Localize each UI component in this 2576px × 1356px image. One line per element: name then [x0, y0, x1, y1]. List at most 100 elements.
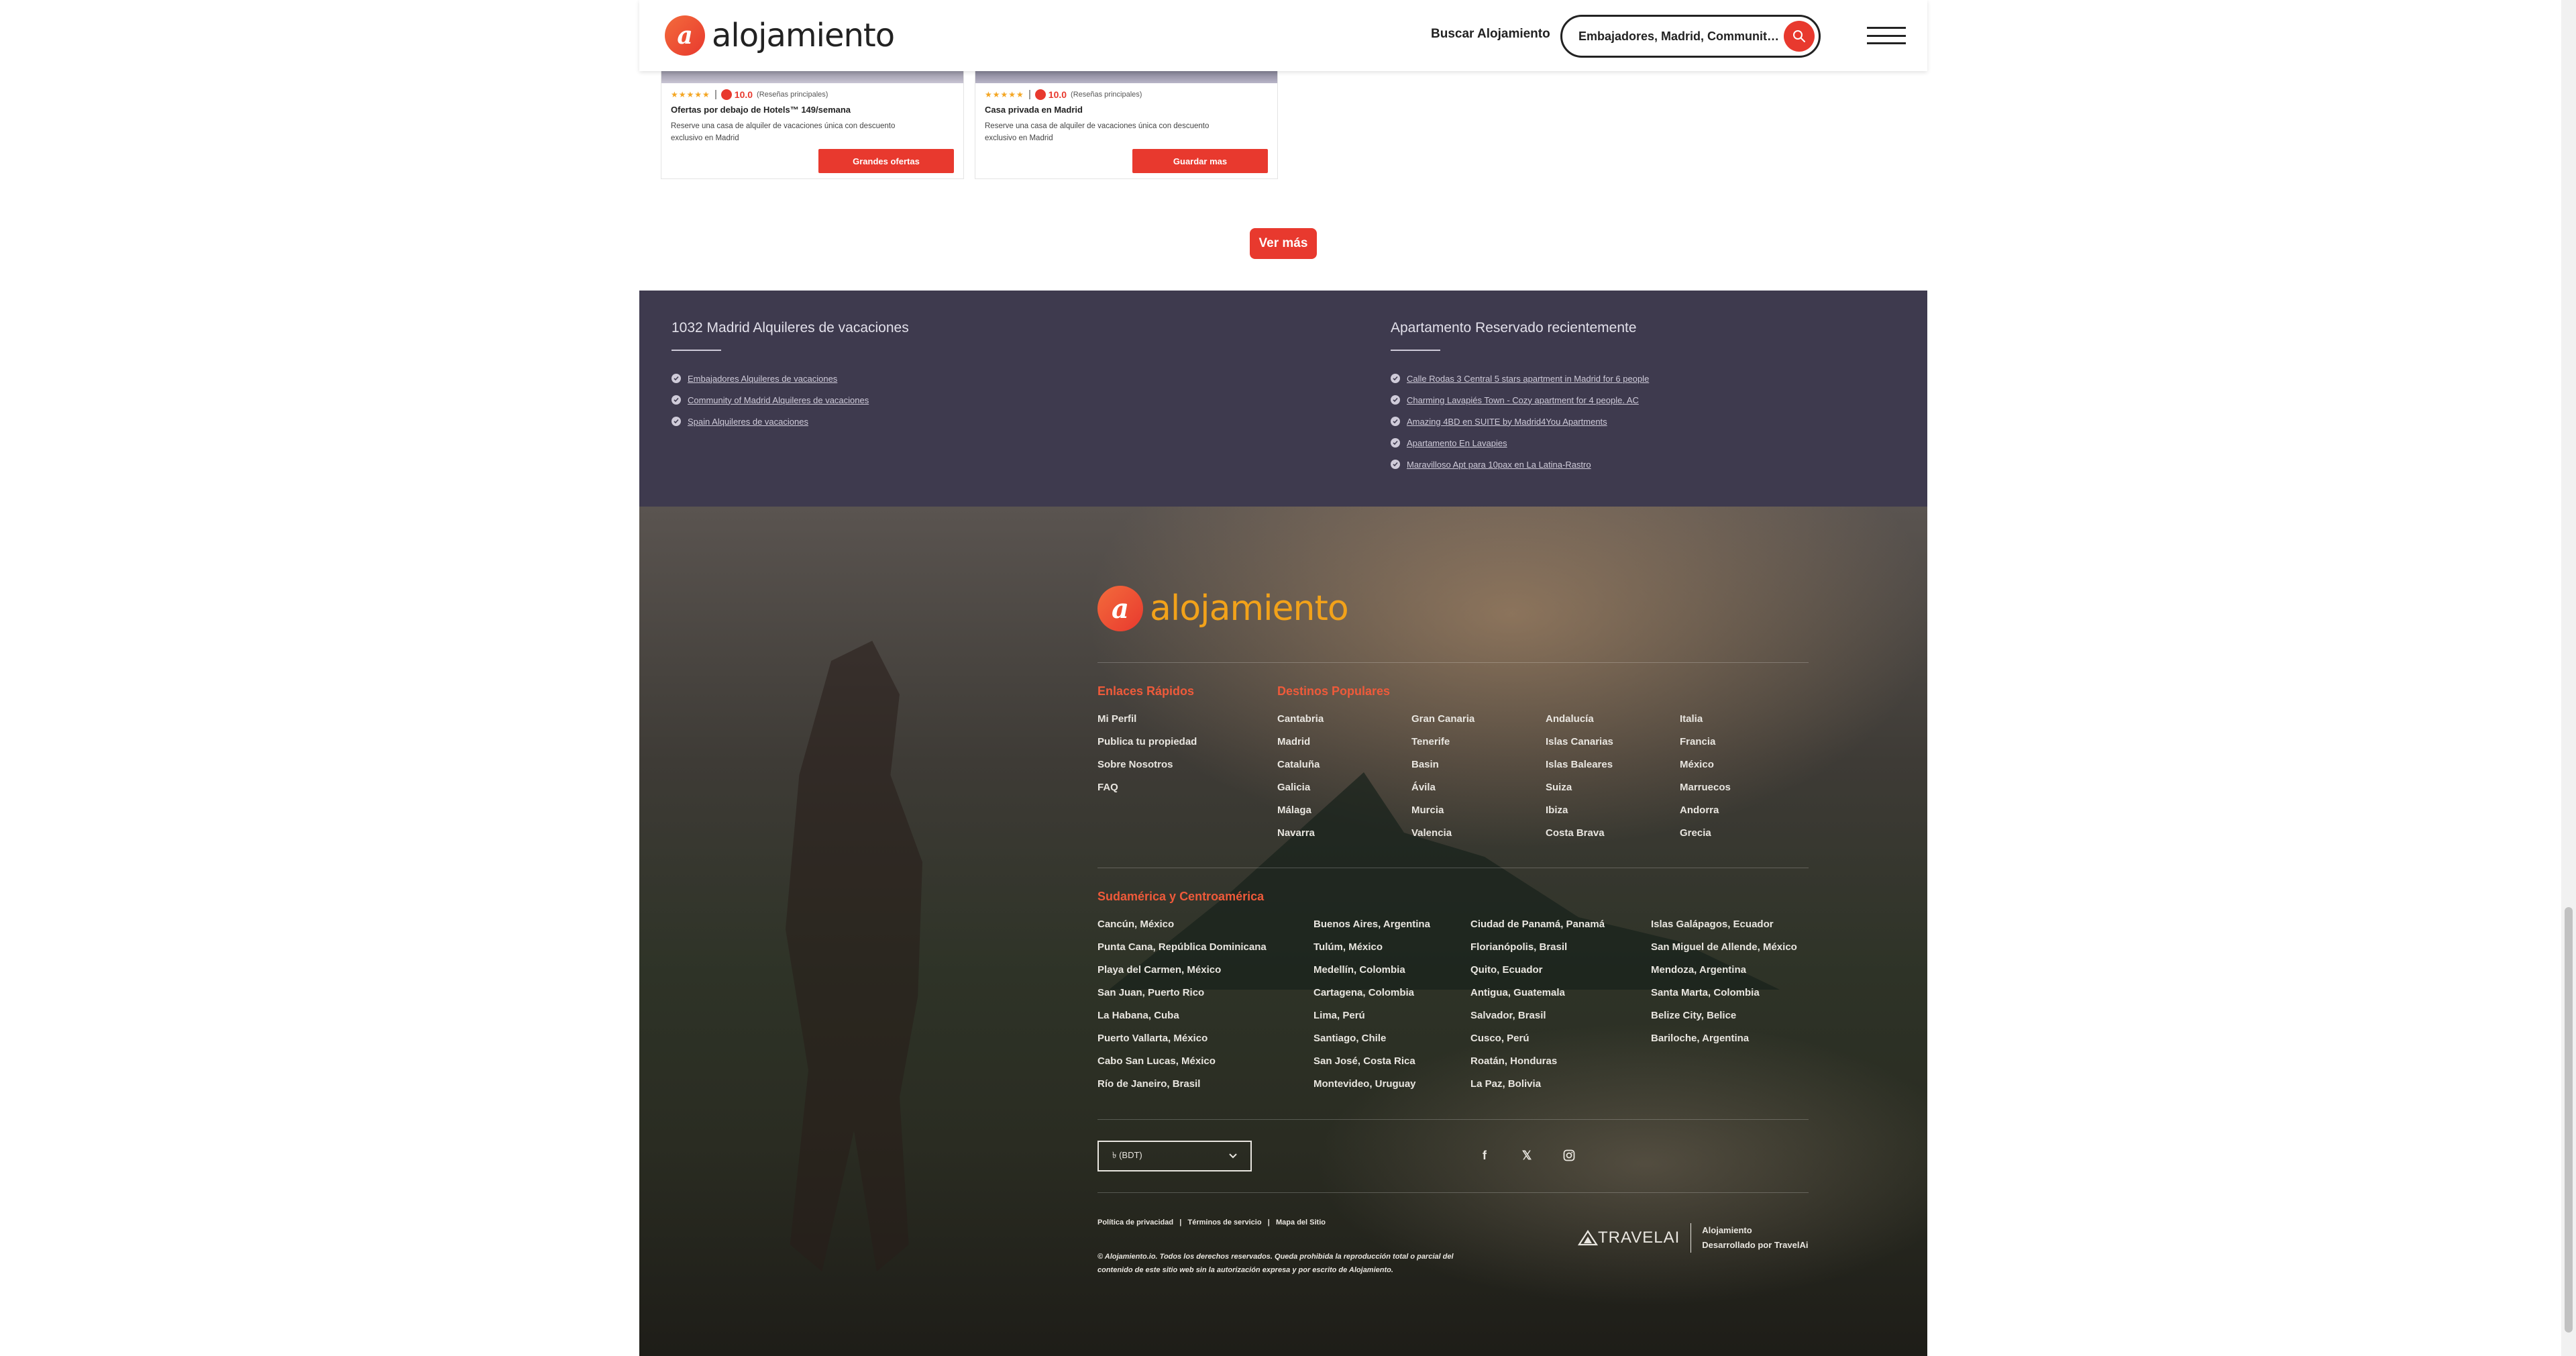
guardar-mas-button[interactable]: Guardar mas — [1132, 149, 1268, 173]
popular-destination-link[interactable]: Cataluña — [1277, 759, 1320, 770]
heading-underline — [1391, 350, 1440, 351]
search-button[interactable] — [1784, 21, 1815, 52]
popular-destination-link[interactable]: Costa Brava — [1546, 827, 1605, 839]
grandes-ofertas-button[interactable]: Grandes ofertas — [818, 149, 954, 173]
popular-destination-link[interactable]: Murcia — [1411, 804, 1444, 816]
south-america-destination-link[interactable]: La Habana, Cuba — [1097, 1010, 1179, 1021]
popular-destination-link[interactable]: Basin — [1411, 759, 1439, 770]
travelai-meta: Alojamiento Desarrollado por TravelAi — [1702, 1223, 1808, 1253]
south-america-destination-link[interactable]: La Paz, Bolivia — [1470, 1078, 1541, 1090]
rentals-link[interactable]: Spain Alquileres de vacaciones — [688, 417, 808, 427]
south-america-destination-link[interactable]: Medellín, Colombia — [1313, 964, 1405, 976]
south-america-destination-link[interactable]: Cartagena, Colombia — [1313, 987, 1414, 998]
south-america-destination-link[interactable]: Santiago, Chile — [1313, 1033, 1386, 1044]
south-america-destination-link[interactable]: Río de Janeiro, Brasil — [1097, 1078, 1200, 1090]
south-america-destination-link[interactable]: Ciudad de Panamá, Panamá — [1470, 919, 1605, 930]
south-america-destination-link[interactable]: Cabo San Lucas, México — [1097, 1055, 1216, 1067]
popular-destination-link[interactable]: Suiza — [1546, 782, 1572, 793]
travelai-credit[interactable]: TRAVELAI Alojamiento Desarrollado por Tr… — [1578, 1223, 1809, 1253]
popular-destination-link[interactable]: México — [1680, 759, 1714, 770]
south-america-destination-link[interactable]: Buenos Aires, Argentina — [1313, 919, 1430, 930]
recent-link[interactable]: Calle Rodas 3 Central 5 stars apartment … — [1407, 374, 1649, 384]
quick-link[interactable]: Mi Perfil — [1097, 713, 1136, 725]
buscar-alojamiento-link[interactable]: Buscar Alojamiento — [1431, 27, 1550, 42]
recent-link[interactable]: Apartamento En Lavapies — [1407, 438, 1507, 448]
popular-destination-link[interactable]: Islas Baleares — [1546, 759, 1613, 770]
south-america-destination-link[interactable]: Cancún, México — [1097, 919, 1174, 930]
popular-destination-link[interactable]: Tenerife — [1411, 736, 1450, 747]
south-america-destination-link[interactable]: Quito, Ecuador — [1470, 964, 1543, 976]
south-america-destination-link[interactable]: Tulúm, México — [1313, 941, 1383, 953]
popular-destination-link[interactable]: Francia — [1680, 736, 1715, 747]
currency-value: ৳ (BDT) — [1112, 1149, 1142, 1160]
rentals-link[interactable]: Embajadores Alquileres de vacaciones — [688, 374, 837, 384]
south-america-destination-link[interactable]: San José, Costa Rica — [1313, 1055, 1415, 1067]
header-logo[interactable]: a alojamiento — [665, 15, 895, 56]
south-america-destination-link[interactable]: San Miguel de Allende, México — [1651, 941, 1797, 953]
list-item: Spain Alquileres de vacaciones — [672, 415, 909, 427]
card-rating: ★★★★★ 10.0 (Reseñas principales) — [985, 89, 1268, 101]
south-america-destination-link[interactable]: Islas Galápagos, Ecuador — [1651, 919, 1774, 930]
popular-destination-link[interactable]: Galicia — [1277, 782, 1310, 793]
search-input[interactable]: Embajadores, Madrid, Community of ... — [1578, 30, 1780, 44]
recent-link[interactable]: Amazing 4BD en SUITE by Madrid4You Apart… — [1407, 417, 1607, 427]
footer-logo[interactable]: a alojamiento — [1097, 586, 1349, 631]
south-america-destination-link[interactable]: Bariloche, Argentina — [1651, 1033, 1749, 1044]
ver-mas-button[interactable]: Ver más — [1250, 228, 1317, 259]
popular-destination-link[interactable]: Andalucía — [1546, 713, 1594, 725]
footer-background-hiker — [786, 641, 922, 1271]
quick-link[interactable]: Publica tu propiedad — [1097, 736, 1197, 747]
south-america-destination-link[interactable]: Santa Marta, Colombia — [1651, 987, 1760, 998]
south-america-destination-link[interactable]: Cusco, Perú — [1470, 1033, 1529, 1044]
popular-destination-link[interactable]: Málaga — [1277, 804, 1311, 816]
south-america-destination-link[interactable]: Lima, Perú — [1313, 1010, 1365, 1021]
popular-destination-link[interactable]: Islas Canarias — [1546, 736, 1613, 747]
instagram-icon[interactable] — [1561, 1147, 1577, 1163]
privacy-policy-link[interactable]: Política de privacidad — [1097, 1218, 1173, 1227]
south-america-destination-link[interactable]: Florianópolis, Brasil — [1470, 941, 1567, 953]
rentals-link[interactable]: Community of Madrid Alquileres de vacaci… — [688, 395, 869, 405]
popular-destination-link[interactable]: Cantabria — [1277, 713, 1324, 725]
popular-destination-link[interactable]: Navarra — [1277, 827, 1315, 839]
footer-divider — [1097, 1119, 1809, 1120]
card-score: 10.0 — [734, 89, 753, 100]
popular-destination-link[interactable]: Grecia — [1680, 827, 1711, 839]
popular-destination-link[interactable]: Gran Canaria — [1411, 713, 1474, 725]
south-america-destination-link[interactable]: Playa del Carmen, México — [1097, 964, 1221, 976]
travelai-logo: TRAVELAI — [1578, 1229, 1680, 1247]
card-reviews-label: (Reseñas principales) — [1071, 91, 1142, 99]
recent-heading: Apartamento Reservado recientemente — [1391, 320, 1637, 335]
recent-link[interactable]: Maravilloso Apt para 10pax en La Latina-… — [1407, 460, 1591, 470]
popular-destination-link[interactable]: Andorra — [1680, 804, 1719, 816]
scrollbar-thumb[interactable] — [2565, 907, 2573, 1333]
south-america-destination-link[interactable]: Belize City, Belice — [1651, 1010, 1736, 1021]
south-america-destination-link[interactable]: Antigua, Guatemala — [1470, 987, 1565, 998]
divider — [1028, 90, 1030, 99]
facebook-icon[interactable]: f — [1477, 1147, 1493, 1163]
x-icon[interactable]: 𝕏 — [1519, 1147, 1535, 1163]
popular-destination-link[interactable]: Valencia — [1411, 827, 1452, 839]
search-bar[interactable]: Embajadores, Madrid, Community of ... — [1560, 15, 1821, 58]
quick-link[interactable]: Sobre Nosotros — [1097, 759, 1173, 770]
check-icon — [672, 395, 681, 405]
south-america-destination-link[interactable]: Salvador, Brasil — [1470, 1010, 1546, 1021]
star-rating-icon: ★★★★★ — [985, 90, 1024, 99]
south-america-destination-link[interactable]: San Juan, Puerto Rico — [1097, 987, 1204, 998]
south-america-heading: Sudamérica y Centroamérica — [1097, 890, 1265, 903]
currency-select[interactable]: ৳ (BDT) — [1097, 1141, 1252, 1171]
terms-link[interactable]: Términos de servicio — [1188, 1218, 1262, 1227]
south-america-destination-link[interactable]: Punta Cana, República Dominicana — [1097, 941, 1267, 953]
sitemap-link[interactable]: Mapa del Sitio — [1276, 1218, 1326, 1227]
popular-destination-link[interactable]: Ávila — [1411, 782, 1436, 793]
south-america-destination-link[interactable]: Mendoza, Argentina — [1651, 964, 1746, 976]
recent-link[interactable]: Charming Lavapiés Town - Cozy apartment … — [1407, 395, 1639, 405]
popular-destination-link[interactable]: Madrid — [1277, 736, 1310, 747]
quick-link[interactable]: FAQ — [1097, 782, 1118, 793]
south-america-destination-link[interactable]: Roatán, Honduras — [1470, 1055, 1557, 1067]
popular-destination-link[interactable]: Italia — [1680, 713, 1703, 725]
south-america-destination-link[interactable]: Montevideo, Uruguay — [1313, 1078, 1416, 1090]
popular-destination-link[interactable]: Marruecos — [1680, 782, 1731, 793]
popular-destination-link[interactable]: Ibiza — [1546, 804, 1568, 816]
hamburger-menu-icon[interactable] — [1867, 27, 1906, 44]
south-america-destination-link[interactable]: Puerto Vallarta, México — [1097, 1033, 1208, 1044]
